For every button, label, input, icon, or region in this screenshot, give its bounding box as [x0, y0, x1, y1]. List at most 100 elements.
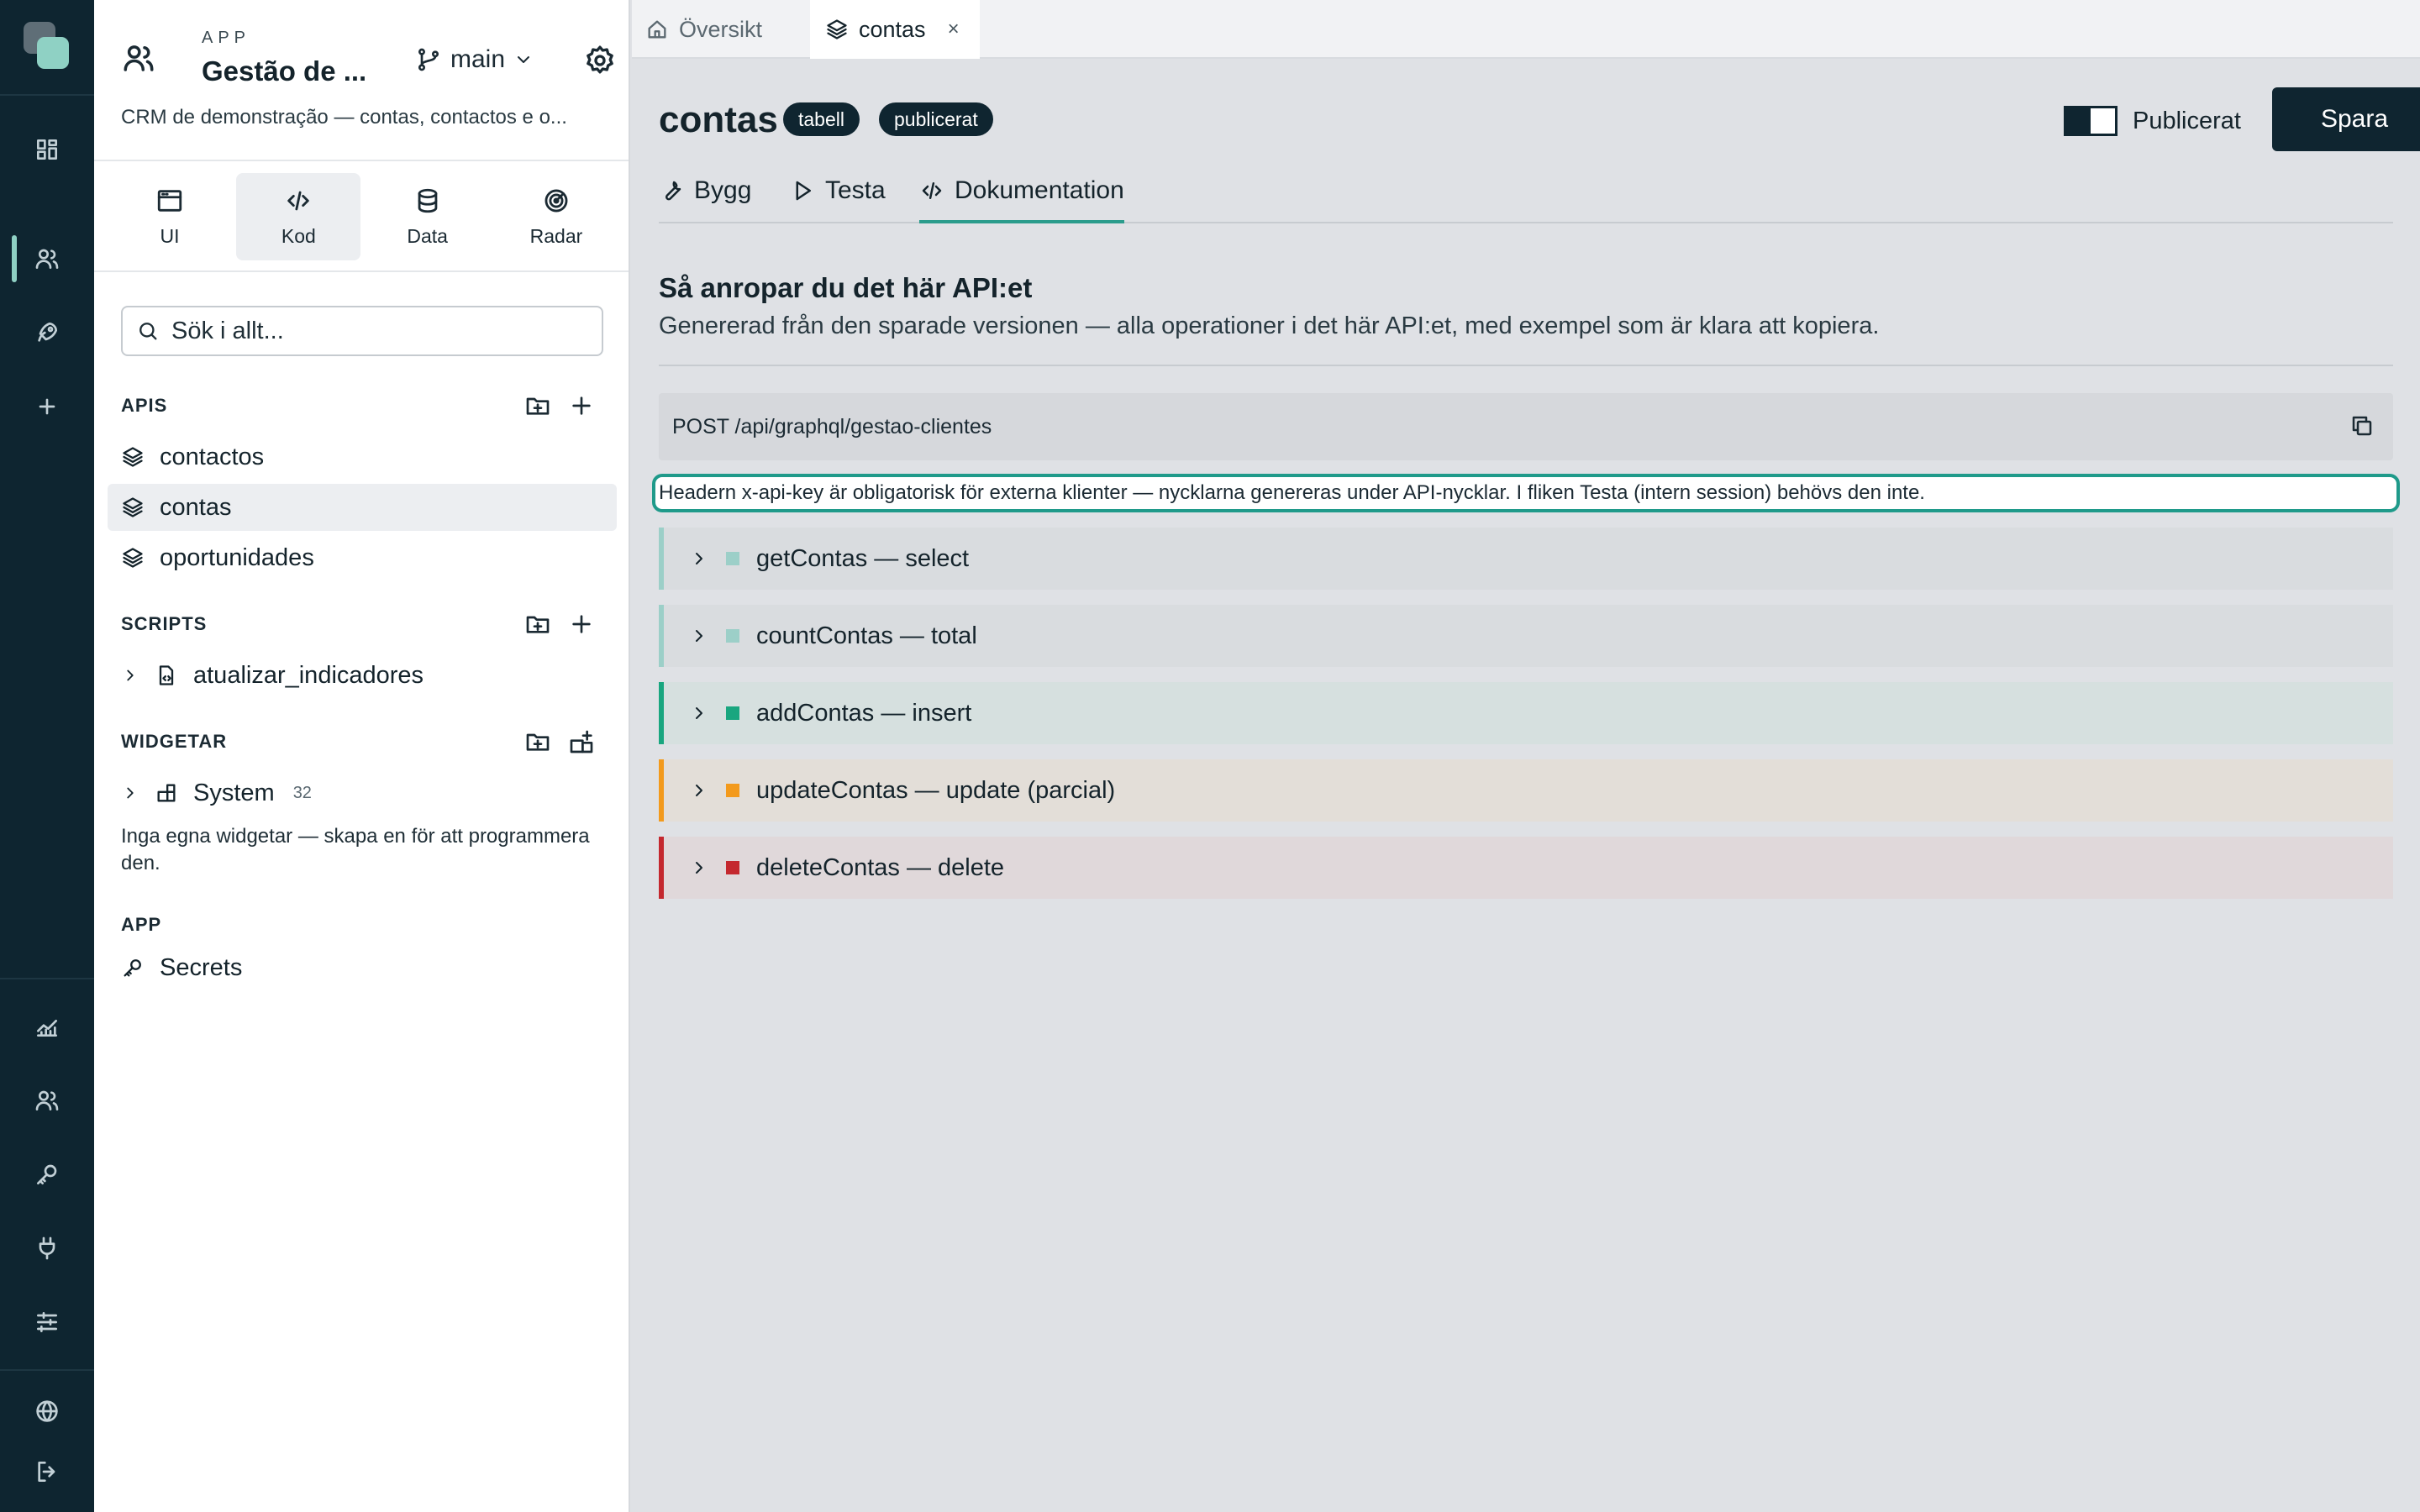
- team-icon[interactable]: [30, 1084, 64, 1117]
- api-key-hint: Headern x-api-key är obligatorisk för ex…: [652, 474, 2400, 512]
- badge-tabell: tabell: [783, 102, 860, 136]
- subtab-label: Testa: [825, 176, 886, 204]
- script-file-icon: [155, 664, 178, 687]
- mode-tab-radar[interactable]: Radar: [494, 173, 618, 260]
- operation-row[interactable]: addContas — insert: [659, 682, 2393, 744]
- new-folder-icon[interactable]: [524, 392, 551, 419]
- app-kicker: APP: [202, 29, 251, 47]
- widget-item-label: System: [193, 779, 275, 806]
- plus-icon[interactable]: [568, 392, 595, 419]
- layers-icon: [825, 18, 849, 41]
- docs-title: Så anropar du det här API:et: [659, 272, 1033, 303]
- rail-divider: [0, 94, 94, 96]
- mode-tab-label: Kod: [281, 224, 316, 247]
- chevron-right-icon[interactable]: [689, 858, 709, 878]
- chevron-right-icon[interactable]: [121, 666, 139, 685]
- app-description: CRM de demonstração — contas, contactos …: [121, 106, 567, 129]
- rail-divider: [0, 978, 94, 979]
- operation-row[interactable]: countContas — total: [659, 605, 2393, 667]
- operation-type-marker: [726, 552, 739, 565]
- main-panel: contas tabell publicerat Publicerat Spar…: [632, 60, 2420, 1512]
- section-title-scripts: SCRIPTS: [121, 613, 208, 634]
- copy-icon[interactable]: [2349, 413, 2375, 438]
- rocket-icon[interactable]: [30, 316, 64, 349]
- plug-icon[interactable]: [30, 1231, 64, 1265]
- section-title-apis: APIS: [121, 395, 168, 416]
- search-input[interactable]: Sök i allt...: [121, 306, 603, 356]
- key-icon[interactable]: [30, 1158, 64, 1191]
- globe-icon[interactable]: [30, 1394, 64, 1428]
- toggle-switch[interactable]: [2064, 106, 2118, 136]
- add-widget-icon[interactable]: [568, 728, 595, 755]
- new-folder-icon[interactable]: [524, 728, 551, 755]
- sliders-icon[interactable]: [30, 1305, 64, 1339]
- operation-label: countContas — total: [756, 622, 977, 649]
- play-icon: [790, 176, 815, 203]
- section-title-widgetar: WIDGETAR: [121, 731, 228, 752]
- operation-label: deleteContas — delete: [756, 853, 1005, 881]
- key-icon: [121, 956, 145, 979]
- layers-icon: [121, 445, 145, 469]
- branch-label: main: [450, 45, 506, 73]
- subtab-testa[interactable]: Testa: [790, 171, 886, 223]
- operation-row[interactable]: deleteContas — delete: [659, 837, 2393, 899]
- widgetar-actions: [524, 728, 595, 755]
- mode-tab-ui[interactable]: UI: [108, 173, 232, 260]
- plus-icon[interactable]: [30, 390, 64, 423]
- app-item-secrets[interactable]: Secrets: [108, 944, 617, 991]
- operation-label: addContas — insert: [756, 699, 972, 727]
- window-icon: [155, 186, 184, 215]
- tab-close-button[interactable]: ×: [948, 18, 960, 41]
- subtab-label: Bygg: [694, 176, 752, 204]
- users-icon[interactable]: [30, 242, 64, 276]
- dashboard-icon[interactable]: [30, 133, 64, 166]
- mode-tab-label: Radar: [529, 224, 583, 247]
- logo[interactable]: [24, 22, 71, 71]
- widget-item-system[interactable]: System 32: [108, 769, 617, 816]
- chevron-right-icon[interactable]: [121, 784, 139, 802]
- new-folder-icon[interactable]: [524, 611, 551, 638]
- api-item-label: contas: [160, 493, 232, 521]
- operation-row[interactable]: updateContas — update (parcial): [659, 759, 2393, 822]
- subtab-label: Dokumentation: [955, 176, 1124, 204]
- subtab-dokumentation[interactable]: Dokumentation: [919, 171, 1124, 223]
- operation-label: updateContas — update (parcial): [756, 776, 1116, 804]
- operation-label: getContas — select: [756, 544, 970, 572]
- script-item-atualizar-indicadores[interactable]: atualizar_indicadores: [108, 652, 617, 699]
- operation-type-marker: [726, 629, 739, 643]
- mode-tab-label: UI: [160, 224, 180, 247]
- chevron-right-icon[interactable]: [689, 549, 709, 569]
- chevron-right-icon[interactable]: [689, 703, 709, 723]
- gear-icon[interactable]: [583, 44, 617, 77]
- logout-icon[interactable]: [30, 1455, 64, 1488]
- tab-oversikt[interactable]: Översikt: [645, 0, 762, 59]
- api-item-contas[interactable]: contas: [108, 484, 617, 531]
- chevron-right-icon[interactable]: [689, 780, 709, 801]
- save-button[interactable]: Spara: [2272, 87, 2420, 151]
- mode-tab-kod[interactable]: Kod: [236, 173, 361, 260]
- subtab-bygg[interactable]: Bygg: [659, 171, 751, 223]
- chevron-right-icon[interactable]: [689, 626, 709, 646]
- page-title: contas: [659, 99, 778, 140]
- operation-row[interactable]: getContas — select: [659, 528, 2393, 590]
- layers-icon: [121, 496, 145, 519]
- api-item-oportunidades[interactable]: oportunidades: [108, 534, 617, 581]
- tab-contas[interactable]: contas ×: [810, 0, 980, 59]
- database-icon: [413, 186, 442, 215]
- app-title[interactable]: Gestão de ...: [202, 55, 366, 87]
- operation-type-marker: [726, 861, 739, 874]
- search-placeholder: Sök i allt...: [171, 317, 284, 344]
- branch-selector[interactable]: main: [415, 45, 534, 74]
- home-icon: [645, 18, 669, 41]
- mode-tab-data[interactable]: Data: [366, 173, 490, 260]
- docs-subtitle: Genererad från den sparade versionen — a…: [659, 312, 1880, 339]
- api-item-contactos[interactable]: contactos: [108, 433, 617, 480]
- chart-icon[interactable]: [30, 1010, 64, 1043]
- publish-toggle[interactable]: Publicerat: [2064, 106, 2241, 136]
- search-icon: [136, 319, 160, 343]
- mode-tab-label: Data: [407, 224, 448, 247]
- app-item-label: Secrets: [160, 953, 243, 981]
- section-title-app: APP: [121, 914, 162, 935]
- plus-icon[interactable]: [568, 611, 595, 638]
- sub-tabs: Bygg Testa Dokumentation: [659, 171, 2393, 223]
